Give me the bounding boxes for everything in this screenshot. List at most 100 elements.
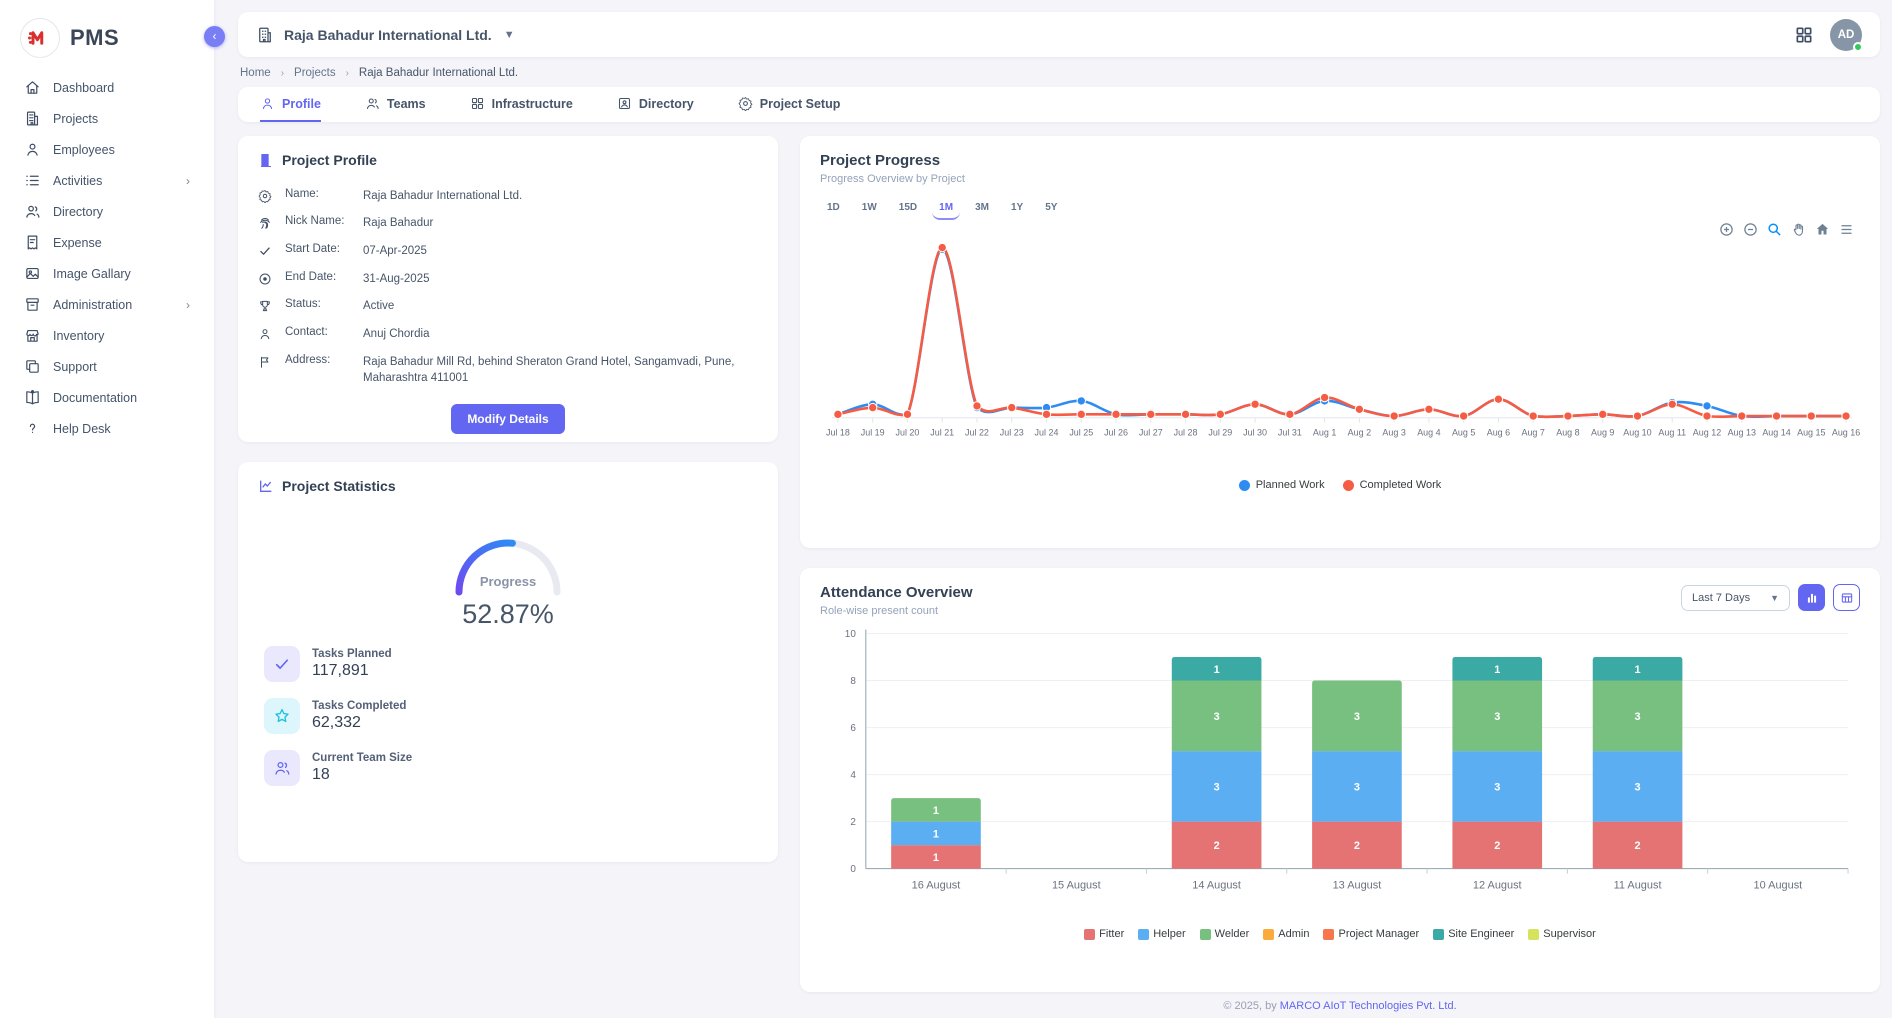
legend-item-helper[interactable]: Helper bbox=[1138, 928, 1185, 940]
data-point-marker[interactable] bbox=[1494, 395, 1502, 403]
sidebar-item-administration[interactable]: Administration› bbox=[0, 289, 214, 320]
range-button-3m[interactable]: 3M bbox=[968, 199, 996, 220]
data-point-marker[interactable] bbox=[1807, 412, 1815, 420]
sidebar-item-support[interactable]: Support bbox=[0, 351, 214, 382]
menu-icon[interactable] bbox=[1839, 222, 1854, 237]
data-point-marker[interactable] bbox=[1077, 410, 1085, 418]
data-point-marker[interactable] bbox=[1633, 412, 1641, 420]
data-point-marker[interactable] bbox=[1355, 405, 1363, 413]
legend-item-supervisor[interactable]: Supervisor bbox=[1528, 928, 1596, 940]
sidebar-item-label: Projects bbox=[53, 112, 98, 126]
data-point-marker[interactable] bbox=[1286, 410, 1294, 418]
legend-item-site-engineer[interactable]: Site Engineer bbox=[1433, 928, 1514, 940]
data-point-marker[interactable] bbox=[1529, 412, 1537, 420]
bar-value-label: 3 bbox=[1214, 781, 1220, 793]
sidebar-collapse-button[interactable]: ‹ bbox=[204, 26, 225, 47]
sidebar-item-image-gallary[interactable]: Image Gallary bbox=[0, 258, 214, 289]
data-point-marker[interactable] bbox=[1703, 402, 1711, 410]
data-point-marker[interactable] bbox=[938, 243, 946, 251]
data-point-marker[interactable] bbox=[1216, 410, 1224, 418]
stat-value: 18 bbox=[312, 766, 412, 784]
data-point-marker[interactable] bbox=[903, 410, 911, 418]
table-view-button[interactable] bbox=[1833, 584, 1860, 611]
date-range-select[interactable]: Last 7 Days ▼ bbox=[1681, 585, 1790, 611]
data-point-marker[interactable] bbox=[1459, 412, 1467, 420]
field-value: 31-Aug-2025 bbox=[363, 271, 430, 288]
bar-value-label: 1 bbox=[1494, 664, 1500, 676]
data-point-marker[interactable] bbox=[1703, 412, 1711, 420]
apps-grid-button[interactable] bbox=[1794, 25, 1814, 45]
range-button-1m[interactable]: 1M bbox=[932, 199, 960, 220]
attendance-bar-chart[interactable]: 024681011116 August15 August233114 Augus… bbox=[820, 623, 1860, 919]
sidebar-item-documentation[interactable]: Documentation bbox=[0, 382, 214, 413]
x-axis-label: Aug 7 bbox=[1521, 428, 1544, 438]
legend-item-planned-work[interactable]: Planned Work bbox=[1239, 479, 1325, 491]
data-point-marker[interactable] bbox=[1320, 393, 1328, 401]
sidebar-item-employees[interactable]: Employees bbox=[0, 134, 214, 165]
data-point-marker[interactable] bbox=[1147, 410, 1155, 418]
data-point-marker[interactable] bbox=[1842, 412, 1850, 420]
tab-directory[interactable]: Directory bbox=[617, 87, 694, 122]
data-point-marker[interactable] bbox=[1668, 400, 1676, 408]
pan-icon[interactable] bbox=[1791, 222, 1806, 237]
sidebar-item-directory[interactable]: Directory bbox=[0, 196, 214, 227]
data-point-marker[interactable] bbox=[1008, 403, 1016, 411]
data-point-marker[interactable] bbox=[869, 403, 877, 411]
data-point-marker[interactable] bbox=[1390, 412, 1398, 420]
content: Project Profile Name: Raja Bahadur Inter… bbox=[238, 136, 1880, 1018]
data-point-marker[interactable] bbox=[1077, 397, 1085, 405]
tab-infrastructure[interactable]: Infrastructure bbox=[470, 87, 573, 122]
modify-details-button[interactable]: Modify Details bbox=[451, 404, 564, 434]
sidebar-item-expense[interactable]: Expense bbox=[0, 227, 214, 258]
legend-item-fitter[interactable]: Fitter bbox=[1084, 928, 1124, 940]
range-button-1y[interactable]: 1Y bbox=[1004, 199, 1030, 220]
reset-home-icon[interactable] bbox=[1815, 222, 1830, 237]
data-point-marker[interactable] bbox=[1181, 410, 1189, 418]
range-button-1w[interactable]: 1W bbox=[855, 199, 884, 220]
zoom-out-icon[interactable] bbox=[1743, 222, 1758, 237]
range-button-5y[interactable]: 5Y bbox=[1038, 199, 1064, 220]
data-point-marker[interactable] bbox=[973, 402, 981, 410]
x-axis-label: 12 August bbox=[1473, 880, 1522, 892]
data-point-marker[interactable] bbox=[834, 410, 842, 418]
tab-teams[interactable]: Teams bbox=[365, 87, 426, 122]
data-point-marker[interactable] bbox=[1042, 410, 1050, 418]
sidebar-item-inventory[interactable]: Inventory bbox=[0, 320, 214, 351]
footer-company-link[interactable]: MARCO AIoT Technologies Pvt. Ltd. bbox=[1280, 1000, 1457, 1012]
chevron-down-icon[interactable]: ▼ bbox=[504, 29, 515, 41]
breadcrumb-item[interactable]: Projects bbox=[294, 67, 336, 79]
data-point-marker[interactable] bbox=[1112, 410, 1120, 418]
brand-logo[interactable]: PMS bbox=[0, 14, 214, 72]
data-point-marker[interactable] bbox=[1564, 412, 1572, 420]
legend-item-project-manager[interactable]: Project Manager bbox=[1323, 928, 1419, 940]
sidebar-item-projects[interactable]: Projects bbox=[0, 103, 214, 134]
selection-zoom-icon[interactable] bbox=[1767, 222, 1782, 237]
user-avatar[interactable]: AD bbox=[1830, 19, 1862, 51]
progress-line-chart[interactable]: Jul 18Jul 19Jul 20Jul 21Jul 22Jul 23Jul … bbox=[820, 220, 1860, 472]
sidebar-item-help-desk[interactable]: Help Desk bbox=[0, 413, 214, 444]
project-switcher-title[interactable]: Raja Bahadur International Ltd. bbox=[284, 27, 492, 43]
data-point-marker[interactable] bbox=[1251, 400, 1259, 408]
legend-item-welder[interactable]: Welder bbox=[1200, 928, 1250, 940]
tab-profile[interactable]: Profile bbox=[260, 87, 321, 122]
legend-label: Helper bbox=[1153, 928, 1185, 940]
sidebar-item-label: Dashboard bbox=[53, 81, 114, 95]
sidebar-item-dashboard[interactable]: Dashboard bbox=[0, 72, 214, 103]
legend-item-completed-work[interactable]: Completed Work bbox=[1343, 479, 1442, 491]
data-point-marker[interactable] bbox=[1738, 412, 1746, 420]
range-button-15d[interactable]: 15D bbox=[892, 199, 924, 220]
sidebar-item-activities[interactable]: Activities› bbox=[0, 165, 214, 196]
profile-field-contact: Contact: Anuj Chordia bbox=[258, 320, 758, 348]
data-point-marker[interactable] bbox=[1599, 410, 1607, 418]
range-button-1d[interactable]: 1D bbox=[820, 199, 847, 220]
tab-label: Infrastructure bbox=[492, 97, 573, 111]
legend-item-admin[interactable]: Admin bbox=[1263, 928, 1309, 940]
bar-value-label: 1 bbox=[1635, 664, 1641, 676]
bar-chart-view-button[interactable] bbox=[1798, 584, 1825, 611]
zoom-in-icon[interactable] bbox=[1719, 222, 1734, 237]
data-point-marker[interactable] bbox=[1772, 412, 1780, 420]
breadcrumb-item[interactable]: Home bbox=[240, 67, 271, 79]
x-axis-label: Jul 26 bbox=[1104, 428, 1128, 438]
tab-project-setup[interactable]: Project Setup bbox=[738, 87, 841, 122]
data-point-marker[interactable] bbox=[1425, 405, 1433, 413]
